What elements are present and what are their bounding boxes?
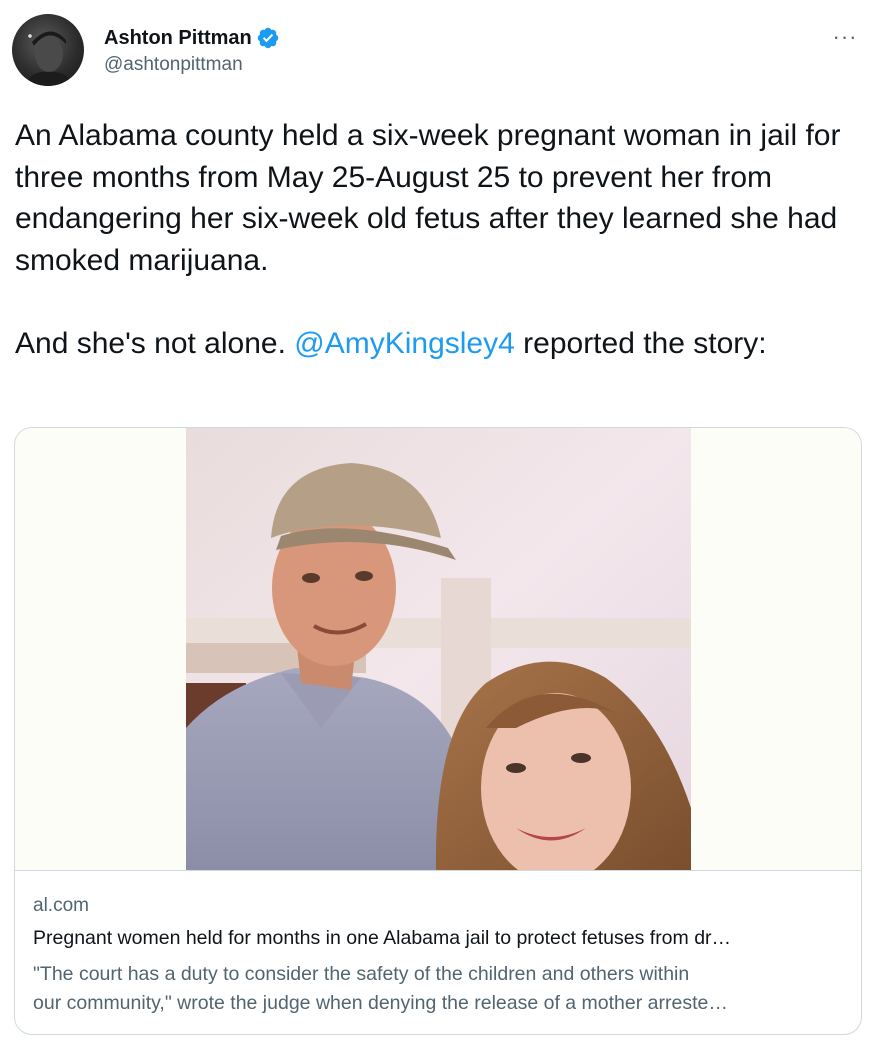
card-description-line: our community," wrote the judge when den… (33, 992, 728, 1014)
card-info[interactable]: al.com Pregnant women held for months in… (15, 870, 861, 1034)
tweet-text: An Alabama county held a six-week pregna… (15, 115, 865, 364)
card-description: "The court has a duty to consider the sa… (33, 960, 843, 1018)
card-description-line: "The court has a duty to consider the sa… (33, 963, 690, 985)
card-photo-illustration (186, 428, 691, 870)
author-name[interactable]: Ashton Pittman (104, 27, 252, 50)
card-title: Pregnant women held for months in one Al… (33, 927, 732, 949)
tweet: Ashton Pittman @ashtonpittman ··· An Ala… (0, 0, 876, 1052)
author-block: Ashton Pittman @ashtonpittman (104, 24, 280, 76)
verified-badge-icon (256, 26, 280, 50)
tweet-text-part2: reported the story: (514, 326, 767, 360)
link-card[interactable]: al.com Pregnant women held for months in… (14, 427, 862, 1035)
name-row: Ashton Pittman (104, 24, 280, 52)
avatar[interactable] (12, 14, 84, 86)
card-image[interactable] (15, 428, 861, 870)
tweet-text-part1: An Alabama county held a six-week pregna… (15, 119, 841, 360)
mention-link[interactable]: @AmyKingsley4 (294, 327, 515, 360)
author-handle[interactable]: @ashtonpittman (104, 54, 280, 76)
more-options-icon[interactable]: ··· (830, 22, 860, 52)
card-domain: al.com (33, 895, 89, 916)
